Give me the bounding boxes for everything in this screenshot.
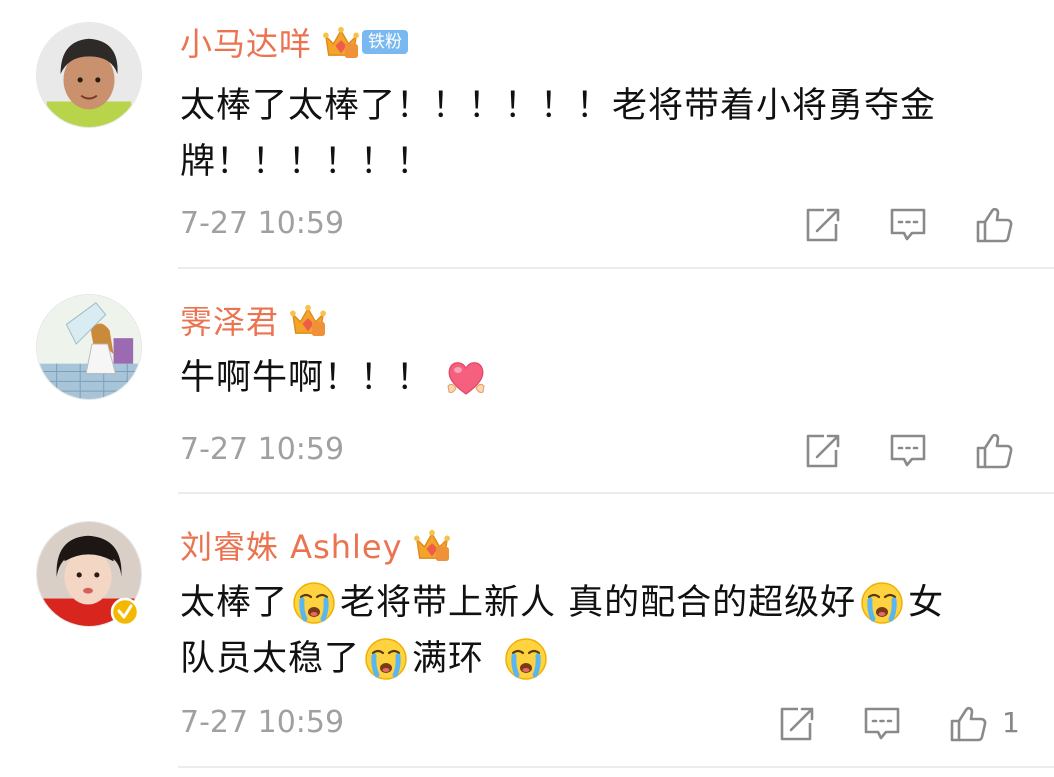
comment-meta: 7-27 10:59 1	[180, 703, 1040, 743]
crown-icon	[289, 303, 327, 337]
comment-text: 太棒了 老将带上新人 真的配合的超级好 女 队员太稳了 满环	[180, 575, 944, 687]
like-count: 1	[1002, 706, 1020, 739]
comment-text-line: 太棒了 老将带上新人 真的配合的超级好 女	[180, 575, 944, 631]
crown-icon	[322, 25, 360, 59]
crying-emoji	[504, 637, 548, 681]
username[interactable]: 霁泽君	[180, 297, 279, 343]
fan-badge[interactable]	[413, 528, 451, 562]
name-row: 刘睿姝 Ashley	[180, 523, 451, 567]
comment-text-segment: 牛啊牛啊！！！	[180, 358, 433, 398]
name-row: 小马达咩 铁粉	[180, 19, 409, 65]
comment-text: 牛啊牛啊！！！	[180, 350, 492, 406]
timestamp: 7-27 10:59	[180, 206, 345, 241]
like-icon[interactable]	[974, 206, 1014, 244]
crying-emoji	[860, 581, 904, 625]
comment-icon[interactable]	[888, 206, 928, 244]
comment-icon[interactable]	[862, 705, 902, 743]
share-icon[interactable]	[802, 206, 842, 244]
comment-text-segment: 太棒了	[180, 583, 289, 623]
heart-hug-emoji	[444, 356, 488, 400]
comment-text-line: 牛啊牛啊！！！	[180, 350, 492, 406]
verified-badge-icon	[110, 597, 140, 627]
comment-text-segment: 满环	[412, 639, 485, 679]
comment-text: 太棒了太棒了！！！！！！老将带着小将勇夺金 牌！！！！！！	[180, 78, 936, 190]
timestamp: 7-27 10:59	[180, 432, 345, 467]
like-icon[interactable]	[974, 432, 1014, 470]
comment-meta: 7-27 10:59	[180, 204, 1040, 244]
comment-text-segment: 女	[908, 583, 945, 623]
crown-icon	[413, 528, 451, 562]
comment-text-line: 队员太稳了 满环	[180, 631, 944, 687]
comment-text-line: 牌！！！！！！	[180, 142, 433, 182]
fan-badge[interactable]: 铁粉	[322, 25, 409, 59]
fan-tag: 铁粉	[362, 30, 409, 54]
timestamp: 7-27 10:59	[180, 705, 345, 740]
username[interactable]: 刘睿姝 Ashley	[180, 522, 403, 568]
avatar[interactable]	[36, 22, 142, 128]
avatar[interactable]	[36, 294, 142, 400]
crying-emoji	[292, 581, 336, 625]
comment-icon[interactable]	[888, 432, 928, 470]
name-row: 霁泽君	[180, 298, 327, 342]
comment-meta: 7-27 10:59	[180, 430, 1040, 470]
share-icon[interactable]	[802, 432, 842, 470]
divider	[178, 766, 1054, 768]
divider	[178, 267, 1054, 269]
like-icon[interactable]	[948, 705, 988, 743]
comment-text-segment: 队员太稳了	[180, 639, 361, 679]
username[interactable]: 小马达咩	[180, 19, 312, 65]
comment-text-segment: 老将带上新人 真的配合的超级好	[340, 583, 857, 623]
fan-badge[interactable]	[289, 303, 327, 337]
share-icon[interactable]	[776, 705, 816, 743]
divider	[178, 492, 1054, 494]
comment-text-line: 太棒了太棒了！！！！！！老将带着小将勇夺金	[180, 86, 937, 126]
crying-emoji	[364, 637, 408, 681]
